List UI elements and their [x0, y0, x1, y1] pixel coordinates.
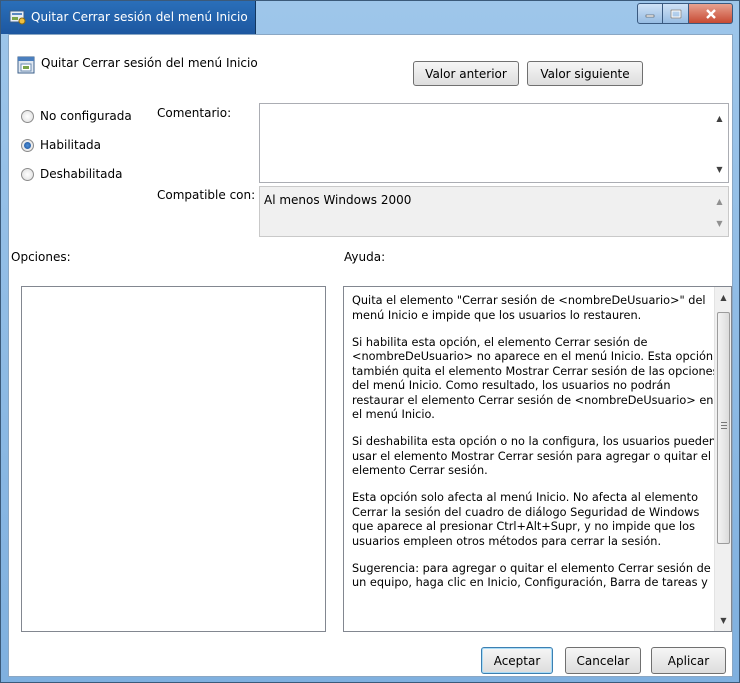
compatible-scrollbar[interactable]: ▲ ▼ — [711, 187, 728, 236]
policy-app-icon — [9, 10, 26, 25]
scroll-up-icon[interactable]: ▲ — [711, 193, 728, 210]
maximize-button[interactable] — [663, 3, 689, 24]
compatible-field: Al menos Windows 2000 ▲ ▼ — [259, 186, 729, 237]
prev-setting-button[interactable]: Valor anterior — [413, 61, 519, 86]
close-icon — [705, 8, 716, 19]
radio-label: Deshabilitada — [40, 167, 123, 181]
scroll-down-icon[interactable]: ▼ — [711, 215, 728, 232]
minimize-button[interactable] — [637, 3, 663, 24]
help-paragraph: Quita el elemento "Cerrar sesión de <nom… — [352, 294, 706, 322]
radio-enabled[interactable]: Habilitada — [21, 138, 101, 152]
help-label: Ayuda: — [344, 250, 386, 264]
minimize-icon — [645, 14, 655, 17]
help-text: Quita el elemento "Cerrar sesión de <nom… — [352, 294, 722, 603]
title-bar[interactable]: Quitar Cerrar sesión del menú Inicio — [1, 1, 739, 34]
policy-setting-window: Quitar Cerrar sesión del menú Inicio Qui… — [0, 0, 740, 683]
help-panel[interactable]: Quita el elemento "Cerrar sesión de <nom… — [343, 286, 732, 632]
radio-circle[interactable] — [21, 167, 34, 181]
radio-disabled[interactable]: Deshabilitada — [21, 167, 122, 181]
radio-circle-selected[interactable] — [21, 138, 34, 152]
cancel-button[interactable]: Cancelar — [565, 647, 641, 674]
scroll-down-icon[interactable]: ▼ — [711, 161, 728, 178]
radio-not-configured[interactable]: No configurada — [21, 109, 132, 123]
help-paragraph: Si deshabilita esta opción o no la confi… — [352, 435, 717, 477]
radio-label: No configurada — [40, 109, 132, 123]
help-paragraph: Sugerencia: para agregar o quitar el ele… — [352, 561, 711, 590]
comment-scrollbar[interactable]: ▲ ▼ — [711, 104, 728, 182]
ok-button[interactable]: Aceptar — [481, 647, 553, 674]
scroll-thumb[interactable] — [717, 312, 730, 544]
comment-textarea[interactable]: ▲ ▼ — [259, 103, 729, 183]
options-panel[interactable] — [21, 286, 326, 632]
help-paragraph: Si habilita esta opción, el elemento Cer… — [352, 335, 719, 422]
title-tab: Quitar Cerrar sesión del menú Inicio — [1, 1, 256, 34]
caption-buttons — [637, 3, 733, 25]
maximize-icon — [670, 9, 681, 18]
radio-circle[interactable] — [21, 109, 34, 123]
help-paragraph: Esta opción solo afecta al menú Inicio. … — [352, 491, 700, 548]
setting-name: Quitar Cerrar sesión del menú Inicio — [41, 56, 258, 70]
close-button[interactable] — [689, 3, 733, 24]
scroll-up-icon[interactable]: ▲ — [711, 110, 728, 127]
help-scrollbar[interactable]: ▲ ▼ — [714, 287, 731, 631]
scroll-down-icon[interactable]: ▼ — [715, 612, 731, 629]
radio-selected-dot — [24, 141, 31, 149]
radio-label: Habilitada — [40, 138, 102, 152]
apply-button[interactable]: Aplicar — [651, 647, 726, 674]
comment-label: Comentario: — [157, 106, 232, 120]
next-setting-button[interactable]: Valor siguiente — [527, 61, 643, 86]
scroll-up-icon[interactable]: ▲ — [715, 289, 731, 306]
compatible-value: Al menos Windows 2000 — [264, 193, 412, 207]
compatible-label: Compatible con: — [157, 188, 256, 202]
window-title: Quitar Cerrar sesión del menú Inicio — [31, 10, 248, 24]
policy-setting-icon — [17, 56, 35, 74]
options-label: Opciones: — [11, 250, 71, 264]
dialog-client-area: Quitar Cerrar sesión del menú Inicio Val… — [8, 34, 733, 677]
